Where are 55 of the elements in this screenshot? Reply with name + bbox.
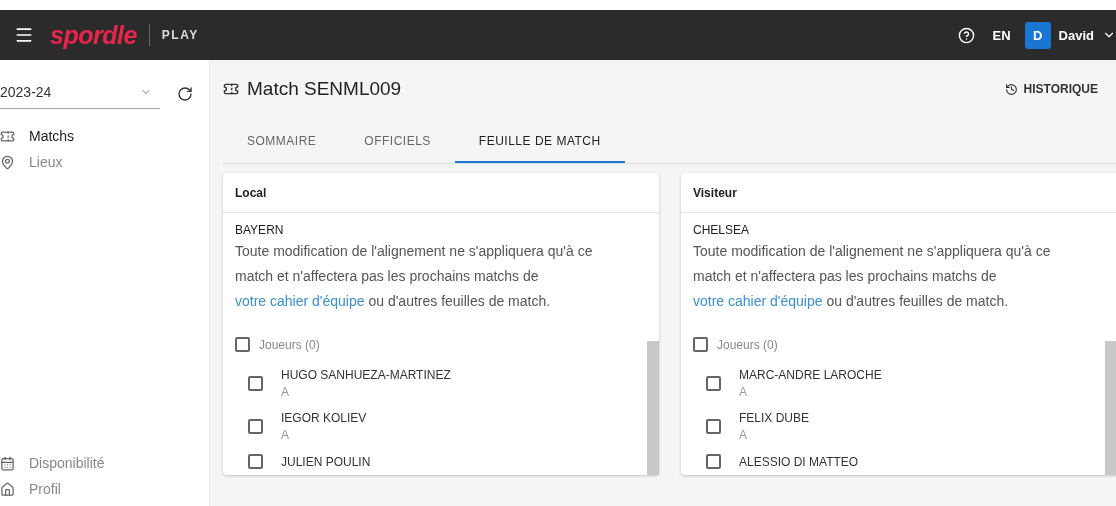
scrollbar[interactable]: [1105, 341, 1116, 475]
pin-icon: [0, 154, 15, 170]
player-checkbox[interactable]: [248, 454, 263, 469]
sidebar-item[interactable]: Lieux: [0, 149, 209, 175]
player-checkbox[interactable]: [706, 376, 721, 391]
player-name: IEGOR KOLIEV: [281, 411, 367, 425]
player-name: HUGO SANHUEZA-MARTINEZ: [281, 368, 451, 382]
logo: spordle: [50, 20, 137, 50]
team-name: BAYERN: [235, 223, 285, 237]
lineup-note: Toute modification de l'alignement ne s'appliquera qu'à ce match et n'affectera pas les prochains matchs de votre cahier d'équipe ou d'autres feuilles de match.: [693, 242, 1052, 311]
lineup-note: Toute modification de l'alignement ne s'appliquera qu'à ce match et n'affectera pas les prochains matchs de votre cahier d'équipe ou d'autres feuilles de match.: [235, 242, 594, 311]
select-all-checkbox[interactable]: [693, 337, 708, 352]
player-checkbox[interactable]: [706, 419, 721, 434]
help-icon[interactable]: [957, 26, 975, 44]
user-name: David: [1058, 27, 1094, 43]
team-book-link[interactable]: votre cahier d'équipe: [235, 293, 365, 309]
ticket-icon: [223, 81, 239, 97]
card-title: Visiteur: [681, 173, 1116, 213]
player-checkbox[interactable]: [706, 454, 721, 469]
scrollbar[interactable]: [647, 341, 659, 475]
player-position: A: [739, 428, 748, 442]
user-menu-button[interactable]: D David: [1024, 21, 1116, 49]
player-position: A: [281, 428, 290, 442]
player-name: JULIEN POULIN: [281, 454, 371, 469]
player-position: A: [739, 385, 748, 399]
select-all-checkbox[interactable]: [235, 337, 250, 352]
season-select[interactable]: 2023-24: [0, 78, 160, 109]
sidebar-item[interactable]: Disponibilité: [0, 450, 209, 476]
tab[interactable]: FEUILLE DE MATCH: [454, 120, 625, 163]
language-button[interactable]: EN: [992, 27, 1011, 43]
refresh-icon[interactable]: [177, 85, 193, 102]
home-icon: [0, 481, 15, 497]
team-name: CHELSEA: [693, 223, 751, 237]
sidebar-item[interactable]: Profil: [0, 476, 209, 502]
page-title: Match SENML009: [247, 78, 402, 100]
team-book-link[interactable]: votre cahier d'équipe: [693, 293, 823, 309]
tab[interactable]: SOMMAIRE: [223, 120, 341, 163]
history-button[interactable]: HISTORIQUE: [998, 81, 1104, 97]
card-title: Local: [223, 173, 659, 213]
tab[interactable]: OFFICIELS: [340, 120, 455, 163]
player-name: ALESSIO DI MATTEO: [739, 454, 859, 469]
player-checkbox[interactable]: [248, 419, 263, 434]
player-name: FELIX DUBE: [739, 411, 810, 425]
calendar-icon: [0, 455, 15, 471]
players-label: Joueurs (0): [717, 337, 778, 352]
history-icon: [1004, 82, 1018, 96]
ticket-icon: [0, 128, 15, 144]
sidebar-item[interactable]: Matchs: [0, 123, 209, 149]
player-name: MARC-ANDRE LAROCHE: [739, 368, 882, 382]
user-avatar: D: [1024, 21, 1051, 49]
product-name: PLAY: [161, 28, 199, 42]
player-checkbox[interactable]: [248, 376, 263, 391]
player-position: A: [281, 385, 290, 399]
menu-icon[interactable]: [14, 25, 34, 45]
players-label: Joueurs (0): [259, 337, 320, 352]
